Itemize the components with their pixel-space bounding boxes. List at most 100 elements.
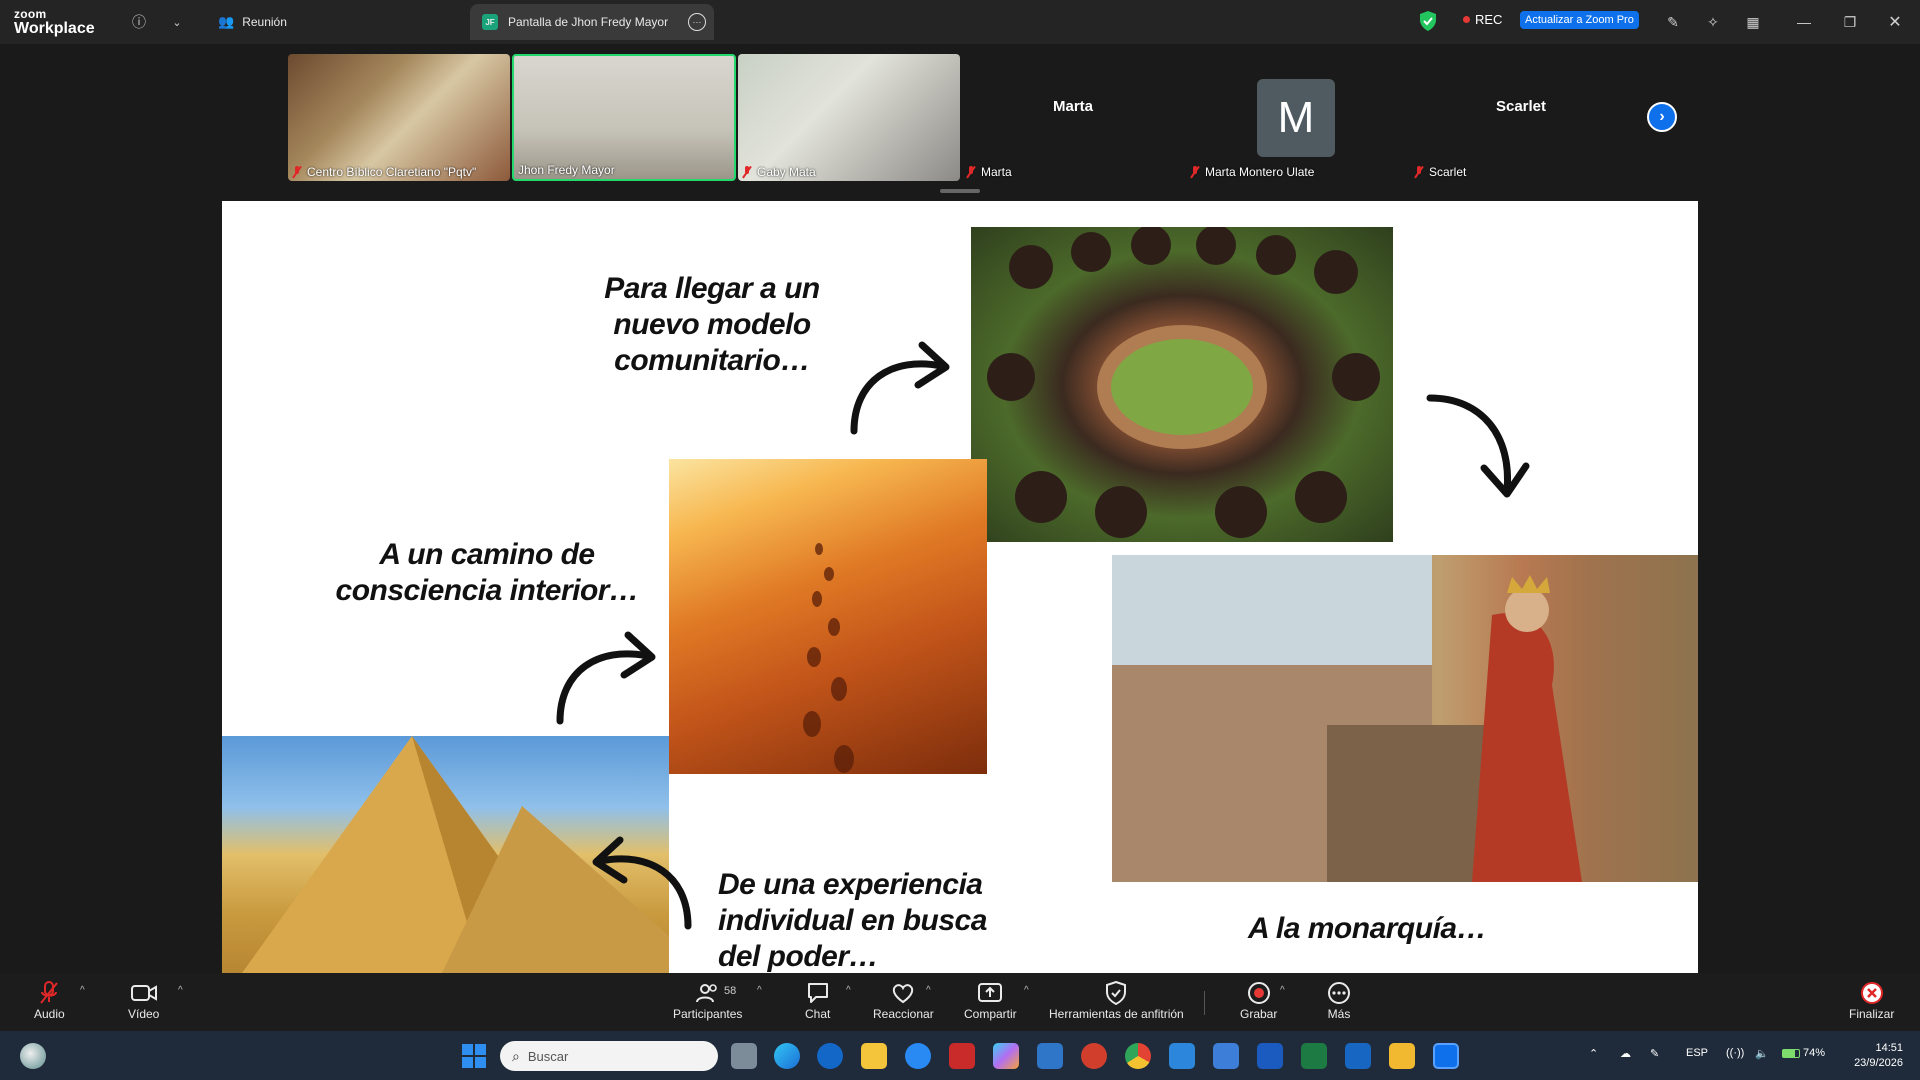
participants-options-chevron-icon[interactable]: ^ xyxy=(757,985,762,996)
windows-taskbar: ⌕ Buscar ⌃ ☁ ✎ ESP ((·)) 🔈 74% 14:51 23/… xyxy=(0,1031,1920,1080)
chat-options-chevron-icon[interactable]: ^ xyxy=(846,985,851,996)
volume-icon[interactable]: 🔈 xyxy=(1755,1047,1769,1060)
audio-options-chevron-icon[interactable]: ^ xyxy=(80,985,85,996)
powerpoint-icon[interactable] xyxy=(1081,1043,1107,1069)
tab-screen-share[interactable]: JF Pantalla de Jhon Fredy Mayor ··· xyxy=(470,4,714,40)
audio-button[interactable]: Audio xyxy=(34,979,65,1021)
info-icon[interactable]: ⓘ xyxy=(128,11,150,33)
strip-resize-handle[interactable] xyxy=(940,189,980,193)
chrome-icon[interactable] xyxy=(1125,1043,1151,1069)
word-icon[interactable] xyxy=(1257,1043,1283,1069)
help-icon[interactable] xyxy=(905,1043,931,1069)
next-page-button[interactable]: › xyxy=(1647,102,1677,132)
language-indicator[interactable]: ESP xyxy=(1686,1047,1708,1059)
show-hidden-icons-chevron-icon[interactable]: ⌃ xyxy=(1589,1047,1598,1060)
taskbar-search-input[interactable]: ⌕ Buscar xyxy=(500,1041,718,1071)
curved-arrow-icon xyxy=(850,341,950,435)
record-button[interactable]: Grabar xyxy=(1240,979,1277,1021)
mic-muted-icon xyxy=(1190,166,1200,178)
share-label: Compartir xyxy=(964,1007,1017,1021)
share-options-chevron-icon[interactable]: ^ xyxy=(1024,985,1029,996)
chat-button[interactable]: Chat xyxy=(805,979,830,1021)
edge-browser-icon[interactable] xyxy=(774,1043,800,1069)
host-tools-button[interactable]: Herramientas de anfitrión xyxy=(1049,979,1184,1021)
participants-count-badge: 58 xyxy=(724,985,737,997)
participant-name: Scarlet xyxy=(1414,165,1466,179)
share-avatar-badge: JF xyxy=(482,14,498,30)
video-tile[interactable]: Gaby Mata xyxy=(738,54,960,181)
end-close-icon xyxy=(1860,979,1884,1007)
people-icon: 👥 xyxy=(218,14,235,29)
video-tile-no-camera[interactable]: Marta Marta xyxy=(962,54,1184,181)
chevron-down-icon[interactable]: ⌄ xyxy=(166,11,188,33)
mail-icon[interactable] xyxy=(1169,1043,1195,1069)
participants-label: Participantes xyxy=(673,1007,743,1021)
store-icon[interactable] xyxy=(1037,1043,1063,1069)
zoom-app-icon[interactable] xyxy=(1433,1043,1459,1069)
mic-muted-icon xyxy=(38,979,60,1007)
title-bar: zoom Workplace ⓘ ⌄ 👥 Reunión JF Pantalla… xyxy=(0,0,1920,44)
clock[interactable]: 14:51 23/9/2026 xyxy=(1827,1041,1903,1071)
task-view-icon[interactable] xyxy=(731,1043,757,1069)
hp-icon[interactable] xyxy=(817,1043,843,1069)
more-button[interactable]: Más xyxy=(1327,979,1351,1021)
wifi-icon[interactable]: ((·)) xyxy=(1726,1047,1744,1059)
react-button[interactable]: Reaccionar xyxy=(873,979,934,1021)
heart-icon xyxy=(891,979,915,1007)
outlook-icon[interactable] xyxy=(1345,1043,1371,1069)
share-screen-button[interactable]: Compartir xyxy=(964,979,1017,1021)
copilot-icon[interactable] xyxy=(993,1043,1019,1069)
search-placeholder: Buscar xyxy=(527,1048,569,1064)
onedrive-icon[interactable]: ☁ xyxy=(1620,1047,1631,1060)
file-explorer-icon[interactable] xyxy=(861,1043,887,1069)
restore-icon[interactable]: ❐ xyxy=(1839,11,1861,33)
community-circle-image xyxy=(971,227,1393,542)
participants-strip: Centro Bíblico Claretiano "Pqtv" Jhon Fr… xyxy=(0,44,1920,200)
record-options-chevron-icon[interactable]: ^ xyxy=(1280,985,1285,996)
windows-start-icon[interactable] xyxy=(461,1043,487,1069)
curved-arrow-icon xyxy=(1426,394,1530,498)
recording-indicator[interactable]: REC xyxy=(1463,12,1502,27)
participant-display-name: Marta xyxy=(1052,98,1093,115)
record-icon xyxy=(1247,979,1271,1007)
pen-icon[interactable]: ✎ xyxy=(1650,1047,1659,1060)
grid-view-icon[interactable]: ▦ xyxy=(1742,11,1764,33)
pencil-icon[interactable]: ✎ xyxy=(1662,11,1684,33)
video-tile-active-speaker[interactable]: Jhon Fredy Mayor xyxy=(512,54,736,181)
video-options-chevron-icon[interactable]: ^ xyxy=(178,985,183,996)
share-screen-icon xyxy=(978,979,1003,1007)
more-label: Más xyxy=(1327,1007,1351,1021)
mcafee-icon[interactable] xyxy=(949,1043,975,1069)
more-icon[interactable]: ··· xyxy=(688,13,706,31)
more-dots-icon xyxy=(1327,979,1351,1007)
excel-icon[interactable] xyxy=(1301,1043,1327,1069)
calendar-icon[interactable] xyxy=(1213,1043,1239,1069)
close-icon[interactable]: ✕ xyxy=(1884,11,1906,33)
minimize-icon[interactable]: — xyxy=(1793,11,1815,33)
react-options-chevron-icon[interactable]: ^ xyxy=(926,985,931,996)
end-meeting-button[interactable]: Finalizar xyxy=(1849,979,1894,1021)
mic-muted-icon xyxy=(292,166,302,178)
tab-share-label: Pantalla de Jhon Fredy Mayor xyxy=(508,15,669,29)
host-shield-icon xyxy=(1105,979,1127,1007)
slide-caption-power: De una experiencia individual en busca d… xyxy=(718,868,987,973)
sparkle-icon[interactable]: ✧ xyxy=(1702,11,1724,33)
battery-indicator[interactable]: 74% xyxy=(1782,1047,1825,1059)
avatar: M xyxy=(1257,79,1335,157)
logo-top-text: zoom xyxy=(14,7,47,21)
curved-arrow-icon xyxy=(556,631,656,725)
logo-bottom-text: Workplace xyxy=(14,20,95,37)
participant-name: Marta xyxy=(966,165,1012,179)
search-icon: ⌕ xyxy=(512,1047,520,1064)
upgrade-button[interactable]: Actualizar a Zoom Pro xyxy=(1520,11,1639,29)
encryption-shield-icon[interactable] xyxy=(1418,10,1438,32)
video-button[interactable]: Vídeo xyxy=(128,979,159,1021)
files-icon[interactable] xyxy=(1389,1043,1415,1069)
weather-icon[interactable] xyxy=(20,1043,46,1069)
tab-meeting[interactable]: 👥 Reunión xyxy=(218,4,287,40)
video-tile[interactable]: Centro Bíblico Claretiano "Pqtv" xyxy=(288,54,510,181)
video-tile-no-camera[interactable]: Scarlet Scarlet xyxy=(1410,54,1632,181)
mic-muted-icon xyxy=(1414,166,1424,178)
host-tools-label: Herramientas de anfitrión xyxy=(1049,1007,1184,1021)
controls-divider xyxy=(1204,991,1205,1015)
